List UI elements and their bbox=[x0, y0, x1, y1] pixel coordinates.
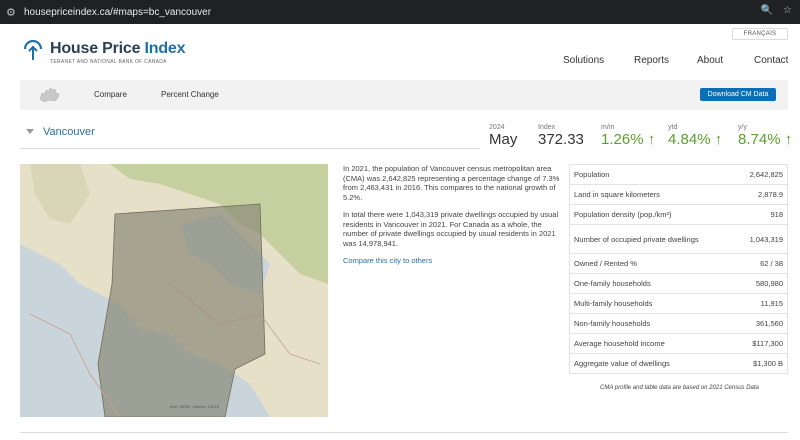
description-paragraph-2: In total there were 1,043,319 private dw… bbox=[343, 210, 559, 248]
nav-about[interactable]: About bbox=[697, 55, 723, 66]
map-graphic: Esri, HERE, Garmin, USGS bbox=[20, 164, 328, 417]
site-info-icon[interactable]: ⚙ bbox=[6, 6, 20, 19]
city-map[interactable]: Esri, HERE, Garmin, USGS bbox=[20, 164, 328, 417]
divider bbox=[20, 432, 788, 433]
site-logo[interactable]: House Price Index TERANET AND NATIONAL B… bbox=[22, 40, 186, 65]
census-note: CMA profile and table data are based on … bbox=[600, 385, 759, 391]
stat-year: 2024 bbox=[489, 124, 505, 131]
compare-city-link[interactable]: Compare this city to others bbox=[343, 256, 432, 265]
nav-solutions[interactable]: Solutions bbox=[563, 55, 604, 66]
stat-mm: m/m 1.26% ↑ bbox=[601, 124, 656, 148]
index-value: 372.33 bbox=[538, 131, 584, 148]
yy-value: 8.74% ↑ bbox=[738, 131, 793, 148]
logo-name: House Price Index bbox=[50, 40, 186, 57]
table-row: Aggregate value of dwellings $1,300 B bbox=[569, 353, 788, 374]
city-description: In 2021, the population of Vancouver cen… bbox=[343, 164, 561, 266]
city-name[interactable]: Vancouver bbox=[43, 126, 95, 138]
map-attribution: Esri, HERE, Garmin, USGS bbox=[170, 404, 219, 409]
browser-address-bar: ⚙ housepriceindex.ca/#maps=bc_vancouver … bbox=[0, 0, 800, 24]
bookmark-star-icon[interactable]: ☆ bbox=[783, 5, 792, 16]
table-row: Population 2,642,825 bbox=[569, 164, 788, 185]
table-row: Land in square kilometers 2,878.9 bbox=[569, 184, 788, 205]
language-toggle[interactable]: FRANÇAIS bbox=[732, 28, 788, 40]
table-row: Owned / Rented % 62 / 38 bbox=[569, 253, 788, 274]
table-row: Multi-family households 11,915 bbox=[569, 293, 788, 314]
table-row: Number of occupied private dwellings 1,04… bbox=[569, 224, 788, 254]
divider bbox=[20, 148, 480, 149]
chevron-down-icon[interactable] bbox=[26, 129, 34, 134]
city-stats-table: Population 2,642,825 Land in square kilom… bbox=[569, 164, 788, 374]
logo-mark-icon bbox=[23, 40, 43, 60]
table-row: Average household income $117,300 bbox=[569, 333, 788, 354]
stat-yy: y/y 8.74% ↑ bbox=[738, 124, 793, 148]
stat-ytd: ytd 4.84% ↑ bbox=[668, 124, 723, 148]
stat-period: 2024 May bbox=[489, 124, 517, 148]
percent-change-tab[interactable]: Percent Change bbox=[161, 90, 219, 99]
compare-tab[interactable]: Compare bbox=[94, 90, 127, 99]
tools-bar: Compare Percent Change Download CM Data bbox=[20, 80, 788, 110]
table-row: Non-family households 361,560 bbox=[569, 313, 788, 334]
mm-value: 1.26% ↑ bbox=[601, 131, 656, 148]
zoom-icon[interactable]: 🔍 bbox=[761, 5, 773, 16]
canada-map-icon[interactable] bbox=[38, 85, 62, 105]
stat-month: May bbox=[489, 131, 518, 148]
stat-index: Index 372.33 bbox=[538, 124, 584, 148]
description-paragraph-1: In 2021, the population of Vancouver cen… bbox=[343, 164, 560, 202]
table-row: Population density (pop./km²) 918 bbox=[569, 204, 788, 225]
table-row: One-family households 580,980 bbox=[569, 273, 788, 294]
logo-tagline: TERANET AND NATIONAL BANK OF CANADA bbox=[50, 59, 167, 65]
download-data-button[interactable]: Download CM Data bbox=[700, 88, 776, 101]
ytd-value: 4.84% ↑ bbox=[668, 131, 723, 148]
nav-contact[interactable]: Contact bbox=[754, 55, 788, 66]
url-text[interactable]: housepriceindex.ca/#maps=bc_vancouver bbox=[24, 7, 211, 18]
nav-reports[interactable]: Reports bbox=[634, 55, 669, 66]
